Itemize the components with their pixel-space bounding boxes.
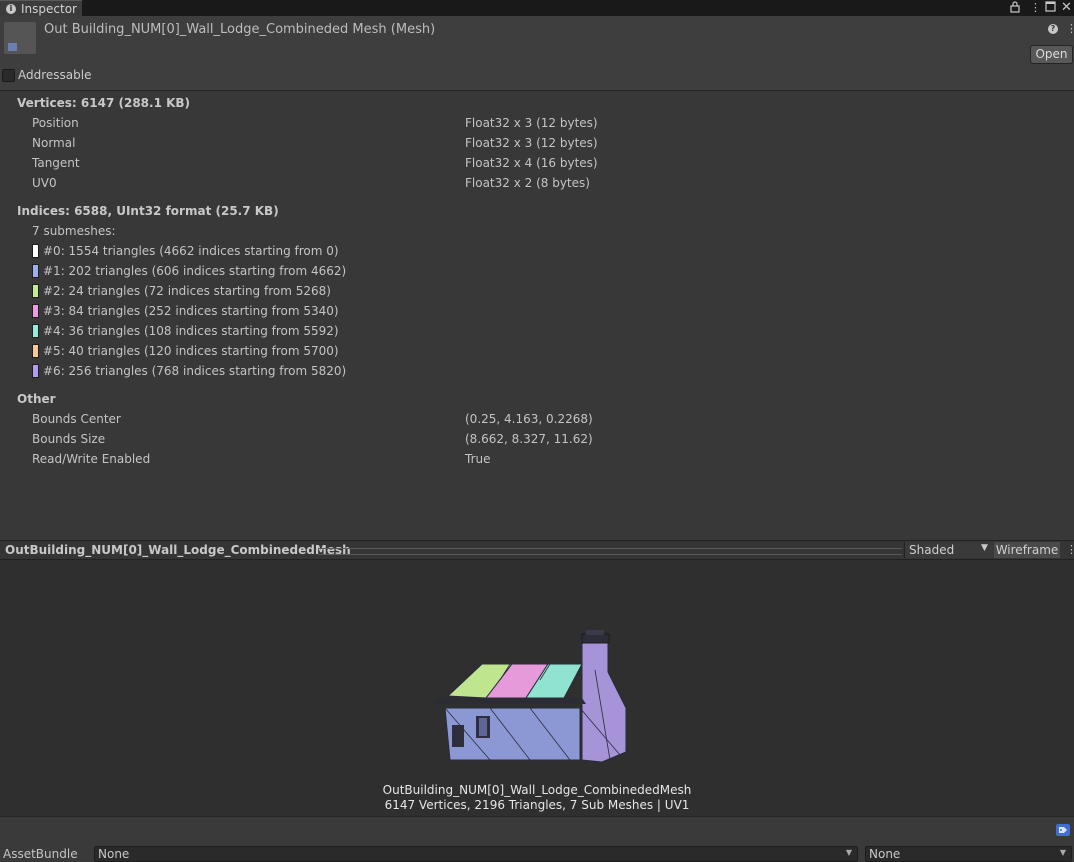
- attribute-format: Float32 x 3 (12 bytes): [465, 136, 598, 150]
- submesh-count: 7 submeshes:: [32, 224, 116, 238]
- indices-heading: Indices: 6588, UInt32 format (25.7 KB): [17, 204, 279, 218]
- lock-icon[interactable]: [1010, 1, 1020, 17]
- assetbundle-name-value: None: [98, 847, 130, 861]
- submesh-color-swatch: [32, 304, 39, 318]
- preview-mesh-stats: 6147 Vertices, 2196 Triangles, 7 Sub Mes…: [384, 798, 690, 812]
- preview-more-icon[interactable]: ⋮: [1066, 543, 1074, 556]
- submesh-item: #3: 84 triangles (252 indices starting f…: [43, 304, 339, 318]
- tab-inspector[interactable]: i Inspector: [0, 0, 82, 17]
- submesh-item: #0: 1554 triangles (4662 indices startin…: [43, 244, 339, 258]
- chevron-down-icon: ▼: [981, 543, 988, 553]
- submesh-color-swatch: [32, 244, 39, 258]
- tab-label: Inspector: [21, 2, 77, 16]
- property-name: Bounds Center: [32, 412, 121, 426]
- attribute-name: Position: [32, 116, 79, 130]
- tag-icon[interactable]: [1056, 824, 1070, 836]
- help-icon[interactable]: ?: [1048, 24, 1058, 34]
- attribute-format: Float32 x 3 (12 bytes): [465, 116, 598, 130]
- attribute-format: Float32 x 4 (16 bytes): [465, 156, 598, 170]
- preview-mesh-name: OutBuilding_NUM[0]_Wall_Lodge_Combineded…: [382, 783, 692, 797]
- attribute-format: Float32 x 2 (8 bytes): [465, 176, 590, 190]
- inspector-header: Out Building_NUM[0]_Wall_Lodge_Combinede…: [0, 16, 1074, 91]
- wireframe-toggle[interactable]: Wireframe: [994, 542, 1060, 558]
- submesh-item: #2: 24 triangles (72 indices starting fr…: [43, 284, 331, 298]
- mesh-asset-icon: [4, 22, 36, 54]
- property-value: (8.662, 8.327, 11.62): [465, 432, 593, 446]
- submesh-item: #1: 202 triangles (606 indices starting …: [43, 264, 347, 278]
- maximize-icon[interactable]: [1045, 1, 1056, 16]
- resize-grip[interactable]: [318, 548, 902, 555]
- submesh-item: #6: 256 triangles (768 indices starting …: [43, 364, 347, 378]
- mesh-thumbnail-icon: [8, 43, 17, 51]
- property-name: Read/Write Enabled: [32, 452, 151, 466]
- other-heading: Other: [17, 392, 56, 406]
- assetbundle-label: AssetBundle: [3, 847, 78, 861]
- submesh-item: #4: 36 triangles (108 indices starting f…: [43, 324, 339, 338]
- vertices-heading: Vertices: 6147 (288.1 KB): [17, 96, 191, 110]
- preview-toolbar: OutBuilding_NUM[0]_Wall_Lodge_Combineded…: [0, 540, 1074, 560]
- property-name: Bounds Size: [32, 432, 106, 446]
- addressable-label: Addressable: [18, 68, 92, 82]
- assetbundle-variant-value: None: [869, 847, 901, 861]
- assetbundle-variant-dropdown[interactable]: None ▼: [865, 846, 1072, 862]
- header-divider: [0, 90, 1074, 91]
- shading-mode-dropdown[interactable]: Shaded ▼: [904, 542, 993, 558]
- info-icon: i: [6, 4, 16, 14]
- submesh-color-swatch: [32, 284, 39, 298]
- preview-title: OutBuilding_NUM[0]_Wall_Lodge_Combineded…: [5, 543, 351, 557]
- submesh-color-swatch: [32, 324, 39, 338]
- submesh-color-swatch: [32, 364, 39, 378]
- property-value: (0.25, 4.163, 0.2268): [465, 412, 593, 426]
- more-menu-icon[interactable]: ⋮: [1030, 1, 1041, 15]
- shading-mode-label: Shaded: [909, 543, 955, 557]
- asset-title: Out Building_NUM[0]_Wall_Lodge_Combinede…: [44, 22, 436, 37]
- asset-bundle-footer: AssetBundle None ▼ None ▼: [0, 816, 1074, 862]
- attribute-name: Tangent: [32, 156, 80, 170]
- attribute-name: UV0: [32, 176, 57, 190]
- close-icon[interactable]: ✕: [1061, 1, 1072, 15]
- assetbundle-name-dropdown[interactable]: None ▼: [94, 846, 858, 862]
- chevron-down-icon: ▼: [1059, 848, 1066, 857]
- building-mesh-render: [435, 630, 627, 763]
- tab-bar: i Inspector ⋮ ✕: [0, 0, 1074, 17]
- open-button[interactable]: Open: [1030, 45, 1073, 64]
- header-more-icon[interactable]: ⋮: [1066, 22, 1074, 35]
- attribute-name: Normal: [32, 136, 76, 150]
- mesh-preview-viewport[interactable]: OutBuilding_NUM[0]_Wall_Lodge_Combineded…: [0, 560, 1074, 816]
- submesh-item: #5: 40 triangles (120 indices starting f…: [43, 344, 339, 358]
- submesh-color-swatch: [32, 264, 39, 278]
- addressable-checkbox[interactable]: [2, 69, 15, 82]
- property-value: True: [465, 452, 491, 466]
- submesh-color-swatch: [32, 344, 39, 358]
- chevron-down-icon: ▼: [845, 848, 852, 857]
